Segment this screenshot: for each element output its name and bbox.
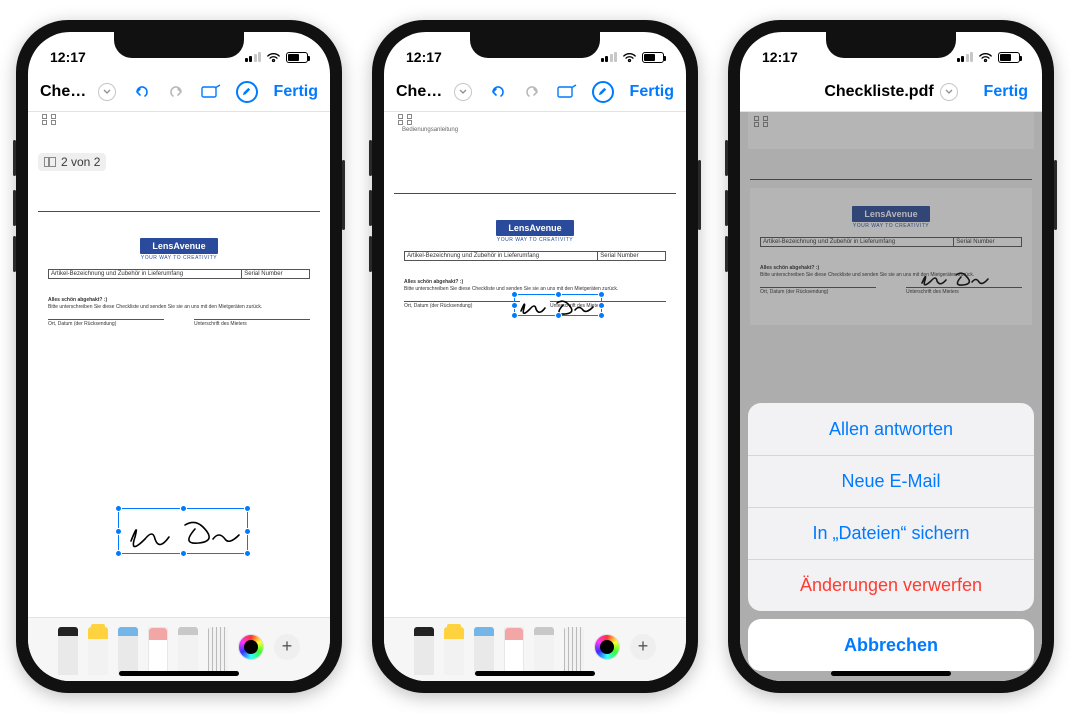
sheet-cancel[interactable]: Abbrechen bbox=[748, 619, 1034, 671]
action-sheet-group: Allen antworten Neue E-Mail In „Dateien“… bbox=[748, 403, 1034, 611]
tool-highlighter[interactable] bbox=[444, 627, 464, 675]
tool-pen[interactable] bbox=[58, 627, 78, 675]
color-picker[interactable] bbox=[594, 634, 620, 660]
sheet-new-mail[interactable]: Neue E-Mail bbox=[748, 455, 1034, 507]
signature-selection[interactable] bbox=[118, 508, 248, 554]
signature-field-place: Ort, Datum (der Rücksendung) bbox=[48, 319, 164, 327]
pen-icon bbox=[236, 81, 258, 103]
notch bbox=[470, 32, 600, 58]
page-counter-text: 2 von 2 bbox=[61, 155, 100, 169]
cellular-icon bbox=[601, 52, 618, 62]
home-indicator bbox=[831, 671, 951, 676]
phone-3: 12:17 Checkliste.pdf Fertig LensAvenue Y… bbox=[728, 20, 1054, 693]
done-button[interactable]: Fertig bbox=[268, 83, 318, 101]
article-table: Artikel-Bezeichnung und Zubehör in Liefe… bbox=[404, 251, 666, 261]
done-button[interactable]: Fertig bbox=[624, 83, 674, 101]
clock: 12:17 bbox=[50, 49, 86, 65]
document-title: Chec... bbox=[396, 83, 448, 101]
phone-2: 12:17 Chec... Fertig Bedienungsanleitung bbox=[372, 20, 698, 693]
title-dropdown[interactable] bbox=[940, 83, 958, 101]
done-button[interactable]: Fertig bbox=[978, 83, 1028, 101]
color-picker[interactable] bbox=[238, 634, 264, 660]
tool-pen[interactable] bbox=[414, 627, 434, 675]
redo-button[interactable] bbox=[518, 82, 546, 102]
document-canvas[interactable]: 2 von 2 LensAvenue YOUR WAY TO CREATIVIT… bbox=[28, 112, 330, 617]
home-indicator bbox=[119, 671, 239, 676]
wifi-icon bbox=[978, 52, 993, 63]
signature-field-place: Ort, Datum (der Rücksendung) bbox=[404, 301, 520, 309]
tool-eraser[interactable] bbox=[504, 627, 524, 675]
clock: 12:17 bbox=[762, 49, 798, 65]
document-fragment-top bbox=[36, 112, 322, 147]
markup-toolbar: Chec... Fertig bbox=[28, 72, 330, 112]
title-dropdown[interactable] bbox=[454, 83, 472, 101]
brand-badge: LensAvenue bbox=[140, 238, 217, 254]
page-counter: 2 von 2 bbox=[38, 153, 106, 171]
home-indicator bbox=[475, 671, 595, 676]
sheet-save-files[interactable]: In „Dateien“ sichern bbox=[748, 507, 1034, 559]
signature-graphic bbox=[119, 509, 249, 555]
brand-tagline: YOUR WAY TO CREATIVITY bbox=[497, 237, 573, 243]
signature-field-name: Unterschrift des Mieters bbox=[194, 319, 310, 327]
add-button[interactable]: + bbox=[274, 634, 300, 660]
article-table: Artikel-Bezeichnung und Zubehör in Liefe… bbox=[48, 269, 310, 279]
undo-button[interactable] bbox=[128, 82, 156, 102]
markup-toolbar: Chec... Fertig bbox=[384, 72, 686, 112]
document-title: Checkliste.pdf bbox=[824, 83, 933, 101]
signature-selection[interactable] bbox=[514, 294, 602, 316]
brand-tagline: YOUR WAY TO CREATIVITY bbox=[141, 255, 217, 261]
document-title: Chec... bbox=[40, 83, 92, 101]
document-fragment-top: Bedienungsanleitung bbox=[392, 112, 678, 153]
cellular-icon bbox=[245, 52, 262, 62]
title-dropdown[interactable] bbox=[98, 83, 116, 101]
battery-icon bbox=[642, 52, 664, 63]
sheet-discard[interactable]: Änderungen verwerfen bbox=[748, 559, 1034, 611]
notch bbox=[826, 32, 956, 58]
wifi-icon bbox=[622, 52, 637, 63]
brand-badge: LensAvenue bbox=[496, 220, 573, 236]
pen-icon bbox=[592, 81, 614, 103]
document-canvas[interactable]: Bedienungsanleitung LensAvenue YOUR WAY … bbox=[384, 112, 686, 617]
add-button[interactable]: + bbox=[630, 634, 656, 660]
undo-button[interactable] bbox=[484, 82, 512, 102]
cellular-icon bbox=[957, 52, 974, 62]
clock: 12:17 bbox=[406, 49, 442, 65]
annotate-button[interactable] bbox=[552, 83, 582, 101]
action-sheet: Allen antworten Neue E-Mail In „Dateien“… bbox=[748, 403, 1034, 671]
simple-toolbar: Checkliste.pdf Fertig bbox=[740, 72, 1042, 112]
document-canvas: LensAvenue YOUR WAY TO CREATIVITY Artike… bbox=[740, 112, 1042, 681]
tool-lasso[interactable] bbox=[178, 627, 198, 675]
annotate-button[interactable] bbox=[196, 83, 226, 101]
phone-1: 12:17 Chec... Fertig 2 von 2 bbox=[16, 20, 342, 693]
battery-icon bbox=[998, 52, 1020, 63]
checkbox-label: Bedienungsanleitung bbox=[402, 127, 458, 133]
document-page: LensAvenue YOUR WAY TO CREATIVITY Artike… bbox=[38, 220, 320, 357]
tool-pencil[interactable] bbox=[474, 627, 494, 675]
tool-highlighter[interactable] bbox=[88, 627, 108, 675]
tool-ruler[interactable] bbox=[208, 627, 228, 675]
tool-eraser[interactable] bbox=[148, 627, 168, 675]
wifi-icon bbox=[266, 52, 281, 63]
tool-ruler[interactable] bbox=[564, 627, 584, 675]
battery-icon bbox=[286, 52, 308, 63]
markup-toggle[interactable] bbox=[232, 81, 262, 103]
markup-toggle[interactable] bbox=[588, 81, 618, 103]
tool-pencil[interactable] bbox=[118, 627, 138, 675]
redo-button[interactable] bbox=[162, 82, 190, 102]
notch bbox=[114, 32, 244, 58]
document-page: LensAvenue YOUR WAY TO CREATIVITY Artike… bbox=[394, 202, 676, 339]
tool-lasso[interactable] bbox=[534, 627, 554, 675]
sheet-reply-all[interactable]: Allen antworten bbox=[748, 403, 1034, 455]
